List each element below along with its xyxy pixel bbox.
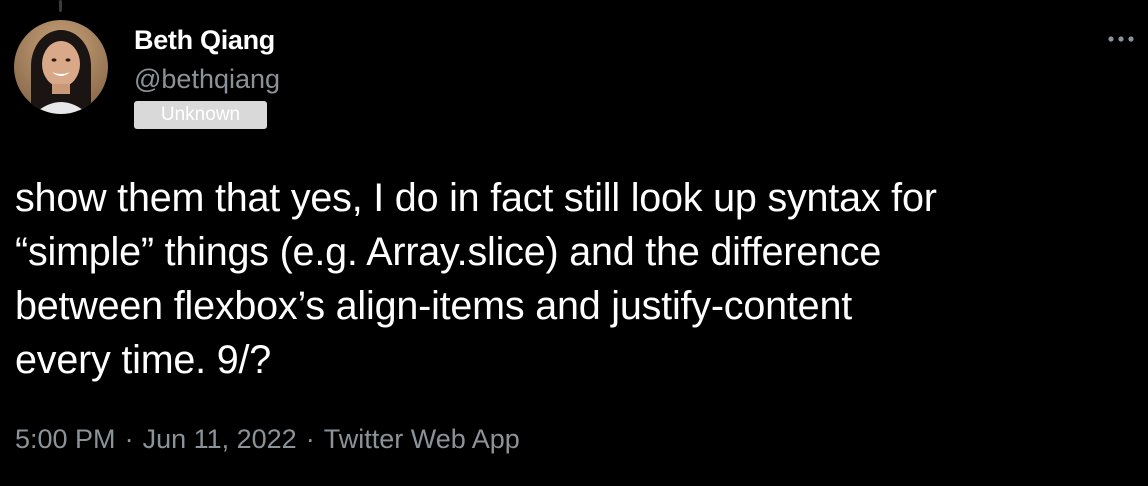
avatar[interactable] [14, 20, 108, 114]
more-dots-icon [1108, 36, 1134, 42]
author-handle[interactable]: @bethqiang [134, 64, 280, 95]
thread-connector-line [59, 0, 62, 12]
author-display-name[interactable]: Beth Qiang [134, 25, 275, 56]
tweet-date[interactable]: Jun 11, 2022 [143, 424, 297, 455]
tweet-body-text: show them that yes, I do in fact still l… [15, 176, 937, 382]
tweet-source[interactable]: Twitter Web App [324, 424, 520, 455]
meta-separator: · [305, 424, 315, 454]
author-label-badge: Unknown [134, 101, 267, 129]
avatar-photo-icon [14, 20, 108, 114]
tweet-metadata: 5:00 PM · Jun 11, 2022 · Twitter Web App [15, 424, 520, 455]
tweet-time[interactable]: 5:00 PM [15, 424, 116, 455]
meta-separator: · [124, 424, 134, 454]
more-options-button[interactable] [1104, 22, 1138, 56]
